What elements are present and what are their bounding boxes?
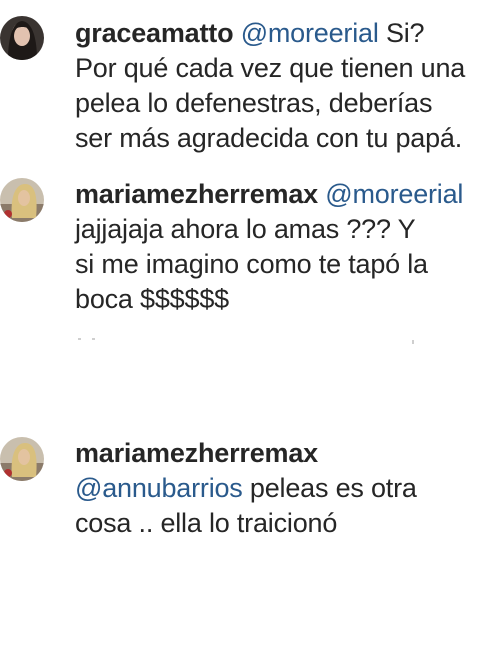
comment-username[interactable]: mariamezherremax (75, 438, 318, 468)
comment-text-line: ser más agradecida con tu papá. (75, 123, 463, 153)
divider-speck (92, 338, 95, 340)
profile-photo-icon (0, 437, 44, 481)
comment-username[interactable]: mariamezherremax (75, 179, 318, 209)
divider-speck (78, 338, 81, 340)
comment-text: Si? (378, 18, 425, 48)
comment-text-line: jajjajaja ahora lo amas ??? Y (75, 214, 416, 244)
profile-photo-icon (0, 178, 44, 222)
comment-text: peleas es otra (242, 473, 417, 503)
avatar[interactable] (0, 437, 44, 481)
comment-text-line: si me imagino como te tapó la (75, 249, 428, 279)
divider-speck (412, 340, 414, 344)
comment-text-line: cosa .. ella lo traicionó (75, 508, 338, 538)
comment-username[interactable]: graceamatto (75, 18, 234, 48)
comment-mention[interactable]: @moreerial (325, 179, 463, 209)
comment-text-line: pelea lo defenestras, deberías (75, 88, 433, 118)
profile-photo-icon (0, 16, 44, 60)
avatar[interactable] (0, 16, 44, 60)
avatar[interactable] (0, 178, 44, 222)
comment-text-line: Por qué cada vez que tienen una (75, 53, 466, 83)
comment-mention[interactable]: @annubarrios (75, 473, 243, 503)
comment-text-line: boca $$$$$$ (75, 284, 229, 314)
comment-mention[interactable]: @moreerial (241, 18, 379, 48)
